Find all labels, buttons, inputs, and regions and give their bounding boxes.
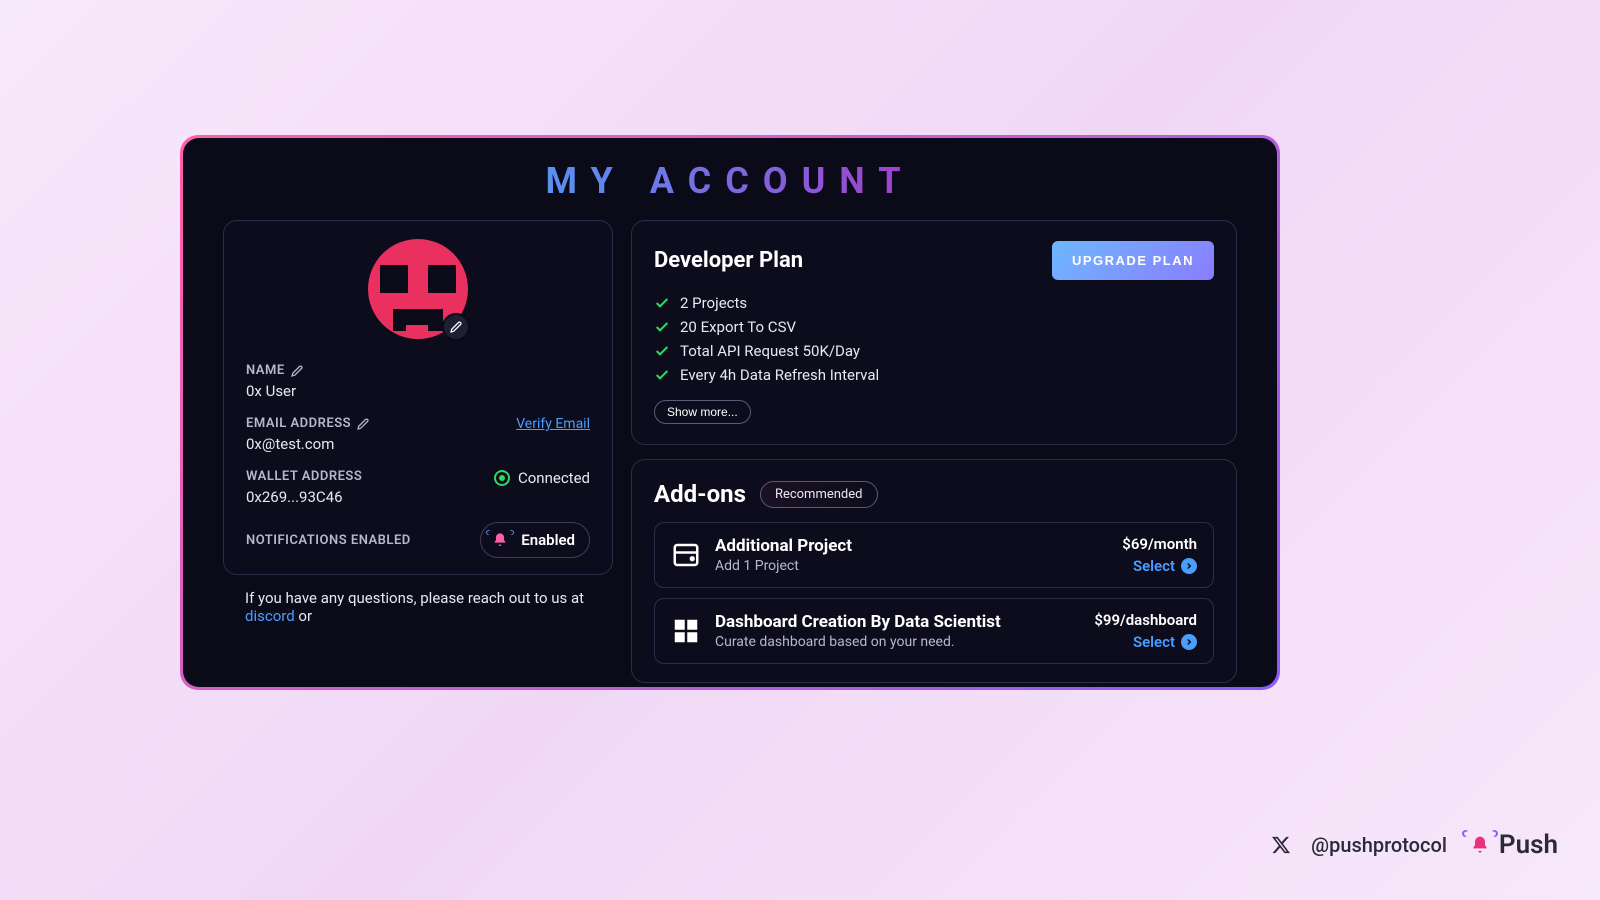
push-logo: Push — [1467, 830, 1558, 860]
status-dot-icon — [494, 470, 510, 486]
notifications-toggle[interactable]: Enabled — [480, 522, 590, 558]
right-column: Developer Plan UPGRADE PLAN 2 Projects 2… — [631, 220, 1237, 683]
addon-price: $69/month — [1122, 535, 1197, 553]
connected-label: Connected — [518, 469, 590, 487]
arrow-right-icon — [1181, 558, 1197, 574]
discord-link[interactable]: discord — [245, 607, 295, 625]
select-addon-button[interactable]: Select — [1133, 633, 1197, 651]
check-icon — [654, 295, 670, 311]
dashboard-icon — [671, 616, 701, 646]
feature-item: 20 Export To CSV — [654, 318, 1214, 336]
recommended-badge: Recommended — [760, 481, 878, 508]
bell-icon — [489, 529, 511, 551]
email-field: EMAIL ADDRESS 0x@test.com Verify Email — [246, 416, 590, 453]
app-frame: MY ACCOUNT NAME — [180, 135, 1280, 690]
check-icon — [654, 343, 670, 359]
email-label: EMAIL ADDRESS — [246, 416, 351, 431]
project-add-icon — [671, 540, 701, 570]
avatar-container — [368, 239, 468, 339]
enabled-label: Enabled — [521, 531, 575, 549]
push-brand-text: Push — [1499, 830, 1558, 860]
notifications-label: NOTIFICATIONS ENABLED — [246, 533, 411, 548]
plan-card: Developer Plan UPGRADE PLAN 2 Projects 2… — [631, 220, 1237, 445]
edit-avatar-button[interactable] — [442, 313, 470, 341]
help-text: If you have any questions, please reach … — [223, 589, 613, 625]
addon-name: Dashboard Creation By Data Scientist — [715, 612, 1080, 632]
verify-email-link[interactable]: Verify Email — [516, 416, 590, 432]
social-handle: @pushprotocol — [1311, 833, 1447, 857]
bell-icon — [1467, 832, 1493, 858]
plan-title: Developer Plan — [654, 248, 803, 273]
arrow-right-icon — [1181, 634, 1197, 650]
email-value: 0x@test.com — [246, 435, 369, 453]
feature-item: Total API Request 50K/Day — [654, 342, 1214, 360]
select-addon-button[interactable]: Select — [1133, 557, 1197, 575]
name-value: 0x User — [246, 382, 590, 400]
addon-name: Additional Project — [715, 536, 1108, 556]
feature-item: Every 4h Data Refresh Interval — [654, 366, 1214, 384]
content-area: NAME 0x User EMAIL ADDRESS — [183, 220, 1277, 683]
wallet-label: WALLET ADDRESS — [246, 469, 362, 484]
profile-card: NAME 0x User EMAIL ADDRESS — [223, 220, 613, 575]
plan-features: 2 Projects 20 Export To CSV Total API Re… — [654, 294, 1214, 384]
pencil-icon — [450, 321, 462, 333]
addon-desc: Curate dashboard based on your need. — [715, 634, 1080, 650]
addon-price: $99/dashboard — [1094, 611, 1197, 629]
addon-item: Additional Project Add 1 Project $69/mon… — [654, 522, 1214, 588]
addon-item: Dashboard Creation By Data Scientist Cur… — [654, 598, 1214, 664]
page-title: MY ACCOUNT — [183, 160, 1277, 202]
upgrade-plan-button[interactable]: UPGRADE PLAN — [1052, 241, 1214, 280]
addons-title: Add-ons — [654, 480, 746, 508]
name-label: NAME — [246, 363, 285, 378]
name-field: NAME 0x User — [246, 363, 590, 400]
show-more-button[interactable]: Show more... — [654, 400, 751, 424]
pencil-icon[interactable] — [291, 365, 303, 377]
feature-item: 2 Projects — [654, 294, 1214, 312]
check-icon — [654, 367, 670, 383]
notifications-field: NOTIFICATIONS ENABLED Enabled — [246, 522, 590, 558]
check-icon — [654, 319, 670, 335]
addons-card: Add-ons Recommended Additional Project A… — [631, 459, 1237, 683]
footer-brand: @pushprotocol Push — [1271, 830, 1558, 860]
pencil-icon[interactable] — [357, 418, 369, 430]
left-column: NAME 0x User EMAIL ADDRESS — [223, 220, 613, 683]
addon-desc: Add 1 Project — [715, 558, 1108, 574]
wallet-status: Connected — [494, 469, 590, 487]
x-logo-icon — [1271, 835, 1291, 855]
wallet-field: WALLET ADDRESS 0x269...93C46 Connected — [246, 469, 590, 506]
wallet-value: 0x269...93C46 — [246, 488, 362, 506]
app-window: MY ACCOUNT NAME — [183, 138, 1277, 687]
